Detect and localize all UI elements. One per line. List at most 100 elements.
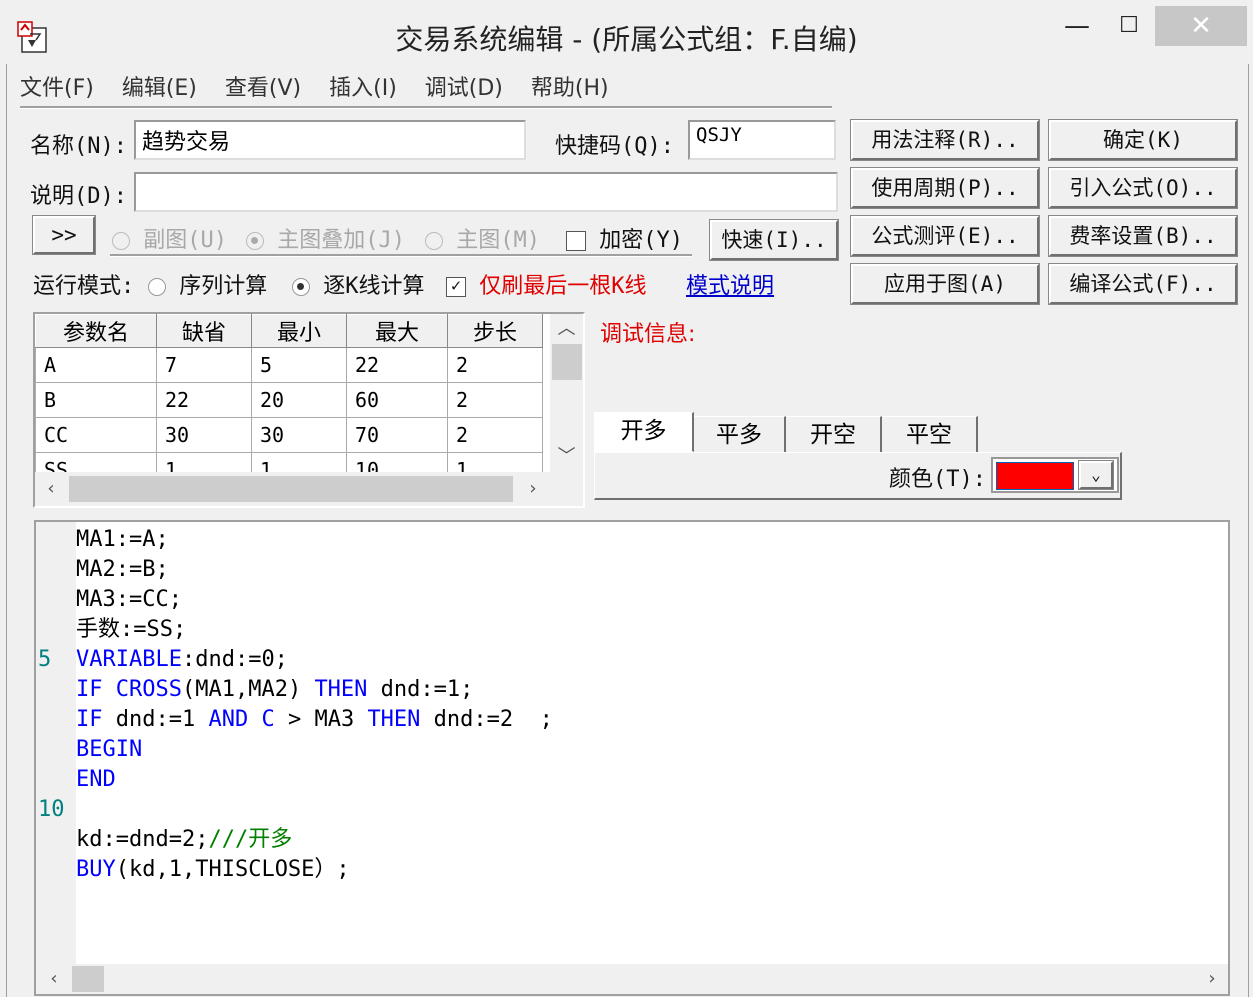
params-row[interactable]: A 7 5 22 2 bbox=[35, 347, 543, 383]
encrypt-option[interactable]: 加密(Y) bbox=[566, 222, 683, 254]
params-header-cell[interactable]: 参数名 bbox=[35, 314, 157, 348]
name-input[interactable]: 趋势交易 bbox=[134, 120, 526, 160]
code-keyword: BEGIN bbox=[76, 737, 143, 762]
apply-to-chart-button[interactable]: 应用于图(A) bbox=[850, 263, 1040, 305]
params-cell[interactable]: CC bbox=[35, 417, 157, 453]
code-keyword: IF bbox=[76, 707, 103, 732]
close-button[interactable]: ✕ bbox=[1155, 6, 1247, 46]
params-hscrollbar[interactable]: ‹ › bbox=[35, 472, 583, 506]
radio-sequence[interactable] bbox=[148, 278, 166, 296]
import-formula-button[interactable]: 引入公式(O).. bbox=[1048, 167, 1238, 209]
last-bar-option[interactable]: ✓ 仅刷最后一根K线 bbox=[446, 268, 647, 300]
last-bar-checkbox[interactable]: ✓ bbox=[446, 277, 466, 297]
menu-edit[interactable]: 编辑(E) bbox=[122, 76, 197, 101]
params-hscroll-thumb[interactable] bbox=[69, 476, 513, 502]
fee-settings-button[interactable]: 费率设置(B).. bbox=[1048, 215, 1238, 257]
scroll-left-icon[interactable]: ‹ bbox=[39, 478, 63, 499]
params-cell[interactable]: 30 bbox=[251, 417, 347, 453]
params-row[interactable]: CC 30 30 70 2 bbox=[35, 417, 543, 453]
quick-button[interactable]: 快速(I).. bbox=[709, 219, 839, 261]
code-line[interactable]: MA1:=A; bbox=[76, 525, 553, 555]
code-line[interactable]: MA3:=CC; bbox=[76, 585, 553, 615]
params-header-cell[interactable]: 缺省 bbox=[156, 314, 252, 348]
tab-open-short[interactable]: 开空 bbox=[786, 416, 882, 452]
chart-option-main[interactable]: 主图(M) bbox=[425, 222, 540, 254]
maximize-button[interactable]: ☐ bbox=[1097, 6, 1161, 46]
color-picker[interactable]: ⌄ bbox=[991, 457, 1119, 493]
encrypt-checkbox[interactable] bbox=[566, 231, 586, 251]
code-line[interactable] bbox=[76, 795, 553, 825]
code-line[interactable]: END bbox=[76, 765, 553, 795]
params-cell[interactable]: 22 bbox=[156, 382, 252, 418]
code-line[interactable]: 手数:=SS; bbox=[76, 615, 553, 645]
menu-insert[interactable]: 插入(I) bbox=[329, 76, 397, 101]
code-line[interactable]: VARIABLE:dnd:=0; bbox=[76, 645, 553, 675]
params-header-cell[interactable]: 最大 bbox=[346, 314, 448, 348]
scroll-right-icon[interactable]: › bbox=[521, 478, 545, 499]
params-cell[interactable]: 70 bbox=[346, 417, 448, 453]
menu-help[interactable]: 帮助(H) bbox=[531, 76, 609, 101]
code-scroll-right-icon[interactable]: › bbox=[1200, 968, 1224, 989]
code-line[interactable]: BEGIN bbox=[76, 735, 553, 765]
tab-close-long[interactable]: 平多 bbox=[694, 416, 786, 452]
test-formula-button[interactable]: 公式测评(E).. bbox=[850, 215, 1040, 257]
compile-formula-button[interactable]: 编译公式(F).. bbox=[1048, 263, 1238, 305]
menu-debug[interactable]: 调试(D) bbox=[425, 76, 503, 101]
run-mode-per-bar[interactable]: 逐K线计算 bbox=[292, 268, 425, 300]
period-button[interactable]: 使用周期(P).. bbox=[850, 167, 1040, 209]
code-line[interactable]: IF dnd:=1 AND C > MA3 THEN dnd:=2 ; bbox=[76, 705, 553, 735]
scroll-up-icon[interactable]: ︿ bbox=[550, 314, 583, 344]
params-cell[interactable]: 20 bbox=[251, 382, 347, 418]
params-cell[interactable]: 60 bbox=[346, 382, 448, 418]
chart-option-overlay[interactable]: 主图叠加(J) bbox=[246, 222, 405, 254]
params-row[interactable]: B 22 20 60 2 bbox=[35, 382, 543, 418]
params-vscrollbar[interactable]: ︿ ﹀ bbox=[550, 314, 583, 472]
code-hscroll-thumb[interactable] bbox=[72, 966, 104, 992]
chevron-down-icon[interactable]: ⌄ bbox=[1078, 460, 1114, 490]
run-mode-label: 运行模式: bbox=[33, 274, 135, 299]
run-mode-sequence[interactable]: 序列计算 bbox=[148, 268, 267, 300]
params-cell[interactable]: 2 bbox=[447, 417, 543, 453]
code-line[interactable]: MA2:=B; bbox=[76, 555, 553, 585]
shortcut-input[interactable]: QSJY bbox=[688, 120, 836, 160]
params-vscroll-thumb[interactable] bbox=[551, 344, 582, 380]
code-scroll-left-icon[interactable]: ‹ bbox=[42, 968, 66, 989]
ok-button[interactable]: 确定(K) bbox=[1048, 119, 1238, 161]
params-cell[interactable]: 2 bbox=[447, 382, 543, 418]
params-header-cell[interactable]: 最小 bbox=[251, 314, 347, 348]
code-line[interactable]: BUY(kd,1,THISCLOSE）; bbox=[76, 855, 553, 885]
params-header-cell[interactable]: 步长 bbox=[447, 314, 543, 348]
tab-open-long[interactable]: 开多 bbox=[594, 412, 694, 452]
params-cell[interactable]: 30 bbox=[156, 417, 252, 453]
description-input[interactable] bbox=[134, 172, 838, 212]
color-label: 颜色(T): bbox=[889, 467, 986, 492]
code-editor[interactable]: 5 10 MA1:=A; MA2:=B; MA3:=CC; 手数:=SS; VARIABL… bbox=[34, 520, 1230, 996]
menu-file[interactable]: 文件(F) bbox=[20, 76, 94, 101]
radio-main-chart[interactable] bbox=[425, 232, 443, 250]
scroll-down-icon[interactable]: ﹀ bbox=[550, 442, 583, 472]
radio-main-overlay[interactable] bbox=[246, 232, 264, 250]
usage-notes-button[interactable]: 用法注释(R).. bbox=[850, 119, 1040, 161]
radio-sub-chart-label: 副图(U) bbox=[143, 228, 227, 253]
params-cell[interactable]: 7 bbox=[156, 347, 252, 383]
code-keyword: CROSS bbox=[115, 677, 182, 702]
params-cell[interactable]: B bbox=[35, 382, 157, 418]
tab-close-short[interactable]: 平空 bbox=[882, 416, 978, 452]
mode-help-link[interactable]: 模式说明 bbox=[686, 268, 774, 300]
chart-option-sub[interactable]: 副图(U) bbox=[112, 222, 227, 254]
radio-sub-chart[interactable] bbox=[112, 232, 130, 250]
expand-button[interactable]: >> bbox=[32, 215, 96, 255]
code-text: (kd,1,THISCLOSE）; bbox=[115, 857, 350, 882]
code-area[interactable]: MA1:=A; MA2:=B; MA3:=CC; 手数:=SS; VARIABLE:dn… bbox=[76, 525, 553, 885]
code-line[interactable]: IF CROSS(MA1,MA2) THEN dnd:=1; bbox=[76, 675, 553, 705]
params-cell[interactable]: 2 bbox=[447, 347, 543, 383]
params-cell[interactable]: 22 bbox=[346, 347, 448, 383]
params-cell[interactable]: 5 bbox=[251, 347, 347, 383]
code-line[interactable]: kd:=dnd=2;///开多 bbox=[76, 825, 553, 855]
code-keyword: BUY bbox=[76, 857, 116, 882]
code-hscrollbar[interactable]: ‹ › bbox=[36, 964, 1228, 994]
menu-view[interactable]: 查看(V) bbox=[225, 76, 301, 101]
radio-per-bar[interactable] bbox=[292, 278, 310, 296]
params-cell[interactable]: A bbox=[35, 347, 157, 383]
